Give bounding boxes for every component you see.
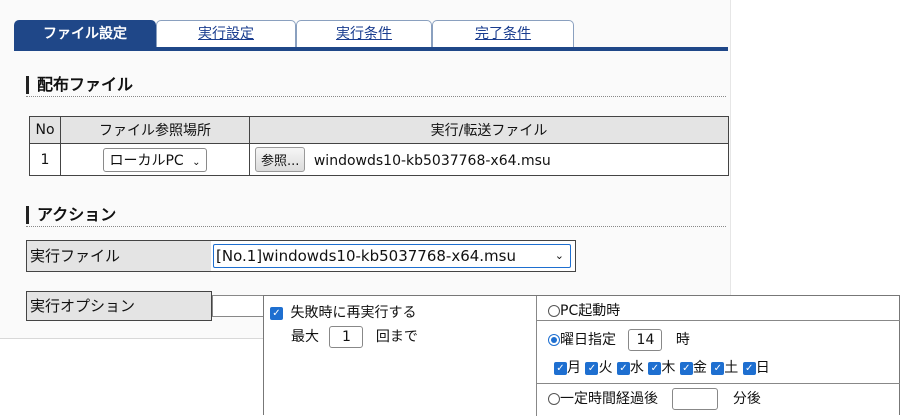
location-select-value: ローカルPC: [109, 152, 184, 169]
schedule-divider-1: [536, 320, 900, 321]
file-settings-panel: ファイル設定 実行設定 実行条件 完了条件 配布ファイル No ファイル参照場所…: [0, 0, 731, 339]
interval-option[interactable]: 一定時間経過後 分後: [548, 388, 761, 410]
pc-boot-radio[interactable]: [548, 305, 560, 317]
hour-suffix: 時: [675, 332, 690, 348]
day-label-tue: 火: [598, 360, 613, 376]
column-header-location: ファイル参照場所: [60, 116, 250, 144]
exec-file-select[interactable]: [No.1]windowds10-kb5037768-x64.msu ⌄: [213, 244, 571, 268]
popup-divider: [536, 296, 537, 416]
day-label-sat: 土: [724, 360, 739, 376]
chevron-down-icon: ⌄: [192, 156, 201, 168]
column-header-no: No: [29, 116, 61, 144]
retry-max-row: 最大 1 回まで: [291, 326, 418, 348]
day-checkbox-sat[interactable]: ✓: [711, 361, 725, 375]
day-label-sun: 日: [755, 360, 770, 376]
column-header-file: 実行/転送ファイル: [249, 116, 729, 144]
distribution-file-table: No ファイル参照場所 実行/転送ファイル 1 ローカルPC ⌄ 参照... w…: [29, 116, 729, 176]
day-checkbox-mon[interactable]: ✓: [554, 361, 567, 375]
location-select[interactable]: ローカルPC ⌄: [103, 147, 207, 172]
day-label-mon: 月: [567, 360, 581, 376]
retry-checkbox[interactable]: ✓: [270, 306, 283, 320]
exec-option-input[interactable]: [212, 295, 267, 317]
interval-suffix: 分後: [732, 391, 761, 407]
action-divider: [26, 226, 726, 227]
transfer-file-name: windowds10-kb5037768-x64.msu: [313, 153, 551, 169]
exec-option-label: 実行オプション: [26, 291, 212, 321]
distribution-file-heading: 配布ファイル: [26, 76, 133, 94]
tab-execution-settings[interactable]: 実行設定: [156, 20, 296, 47]
day-checkbox-tue[interactable]: ✓: [585, 361, 599, 375]
interval-radio[interactable]: [548, 393, 560, 405]
browse-button[interactable]: 参照...: [255, 147, 306, 172]
tab-execution-conditions[interactable]: 実行条件: [296, 20, 432, 47]
retry-checkbox-row[interactable]: ✓ 失敗時に再実行する: [270, 302, 416, 322]
pc-boot-option[interactable]: PC起動時: [548, 300, 620, 320]
tab-bar: ファイル設定 実行設定 実行条件 完了条件: [14, 20, 728, 51]
table-row: 1 ローカルPC ⌄ 参照... windowds10-kb5037768-x6…: [29, 143, 729, 176]
weekday-option[interactable]: 曜日指定 14 時: [548, 329, 690, 351]
schedule-divider-2: [536, 383, 900, 384]
hour-input[interactable]: 14: [628, 329, 663, 351]
day-label-fri: 金: [692, 360, 707, 376]
day-label-thu: 木: [661, 360, 676, 376]
weekday-label: 曜日指定: [560, 332, 616, 348]
day-checkbox-sun[interactable]: ✓: [742, 361, 756, 375]
row-number: 1: [29, 143, 61, 176]
distribution-divider: [26, 96, 726, 97]
chevron-down-icon: ⌄: [554, 249, 564, 262]
day-checkbox-thu[interactable]: ✓: [648, 361, 662, 375]
interval-input[interactable]: [672, 388, 719, 410]
table-header-row: No ファイル参照場所 実行/転送ファイル: [29, 116, 729, 144]
tab-completion-conditions[interactable]: 完了条件: [432, 20, 574, 47]
retry-max-input[interactable]: 1: [329, 326, 364, 348]
retry-max-suffix: 回まで: [375, 329, 418, 345]
exec-file-select-value: [No.1]windowds10-kb5037768-x64.msu: [216, 247, 516, 265]
exec-file-cell: [No.1]windowds10-kb5037768-x64.msu ⌄: [211, 240, 576, 272]
interval-label: 一定時間経過後: [560, 391, 658, 407]
action-heading: アクション: [26, 206, 116, 224]
condition-popup: ✓ 失敗時に再実行する 最大 1 回まで PC起動時 曜日指定 14 時 ✓ 月 …: [263, 295, 900, 416]
pc-boot-label: PC起動時: [560, 303, 621, 319]
retry-max-label: 最大: [291, 329, 319, 345]
day-label-wed: 水: [629, 360, 644, 376]
day-checkbox-wed[interactable]: ✓: [616, 361, 630, 375]
tab-file-settings[interactable]: ファイル設定: [14, 20, 156, 47]
weekday-checkboxes: ✓ 月 ✓ 火 ✓ 水 ✓ 木 ✓ 金 ✓ 土 ✓ 日: [554, 357, 770, 377]
day-checkbox-fri[interactable]: ✓: [679, 361, 693, 375]
retry-checkbox-label: 失敗時に再実行する: [290, 305, 417, 321]
weekday-radio[interactable]: [548, 334, 560, 346]
exec-file-label: 実行ファイル: [26, 240, 212, 272]
